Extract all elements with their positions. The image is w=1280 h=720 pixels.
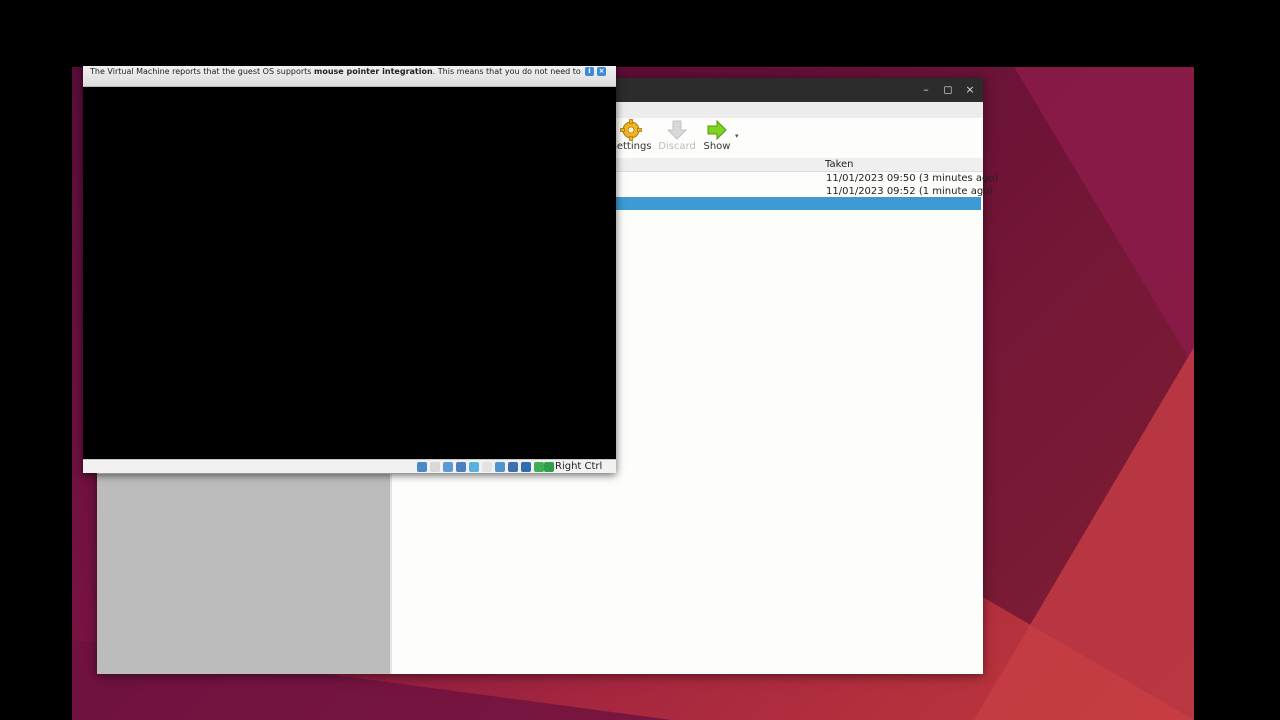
notice-info-icon[interactable]: i <box>585 67 594 76</box>
display-icon[interactable] <box>495 462 505 472</box>
recording-icon[interactable] <box>521 462 531 472</box>
wallpaper-shape <box>974 347 1194 720</box>
optical-drive-icon[interactable] <box>430 462 440 472</box>
usb-icon[interactable] <box>469 462 479 472</box>
mouse-integration-icon[interactable] <box>544 462 554 472</box>
machine-list-pane <box>97 474 390 674</box>
pane-splitter[interactable] <box>390 474 392 674</box>
mouse-integration-notice: The Virtual Machine reports that the gue… <box>83 66 616 87</box>
gear-icon <box>620 119 642 141</box>
snapshot-taken-time: 11/01/2023 09:50 (3 minutes ago) <box>826 173 999 184</box>
notice-text: The Virtual Machine reports that the gue… <box>90 67 581 76</box>
maximize-button[interactable]: ◻ <box>941 83 955 97</box>
arrow-right-icon <box>707 119 727 141</box>
show-label: Show <box>703 141 731 152</box>
guest-display[interactable] <box>83 87 616 459</box>
shared-folders-icon[interactable] <box>482 462 492 472</box>
video-capture-icon[interactable] <box>508 462 518 472</box>
wallpaper-shape <box>1014 67 1194 367</box>
notice-close-icon[interactable]: × <box>597 67 606 76</box>
audio-icon[interactable] <box>443 462 453 472</box>
vm-guest-window: The Virtual Machine reports that the gue… <box>83 66 616 473</box>
minimize-button[interactable]: – <box>919 83 933 97</box>
cpu-icon[interactable] <box>534 462 544 472</box>
vm-status-bar: Right Ctrl <box>83 459 616 473</box>
hard-disk-icon[interactable] <box>417 462 427 472</box>
host-key-label: Right Ctrl <box>555 461 603 472</box>
column-header-taken[interactable]: Taken <box>825 158 854 172</box>
arrow-down-icon <box>666 120 688 140</box>
show-dropdown-arrow-icon[interactable]: ▾ <box>735 132 739 140</box>
network-icon[interactable] <box>456 462 466 472</box>
close-button[interactable]: × <box>963 83 977 97</box>
